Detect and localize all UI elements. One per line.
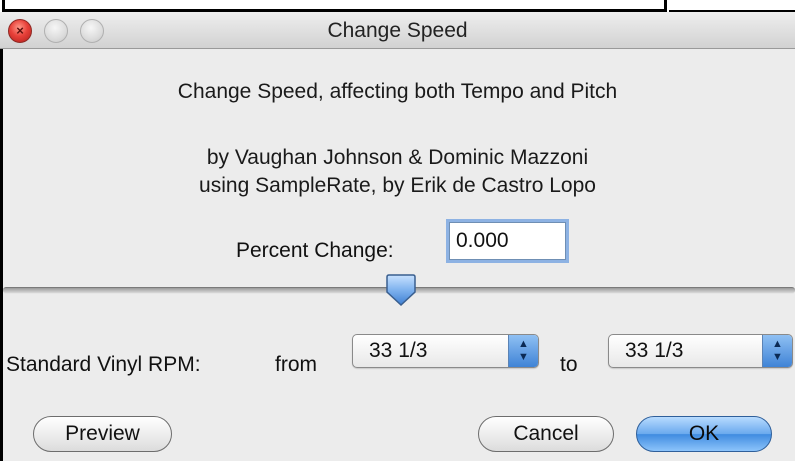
- from-rpm-value: 33 1/3: [369, 339, 428, 362]
- up-down-arrows-icon: ▲ ▼: [508, 335, 538, 367]
- window-left-border: [0, 49, 3, 461]
- credits-line-1: by Vaughan Johnson & Dominic Mazzoni: [206, 146, 589, 169]
- change-speed-dialog: × Change Speed Change Speed, affecting b…: [0, 12, 795, 461]
- description-text: Change Speed, affecting both Tempo and P…: [177, 80, 618, 103]
- to-rpm-select[interactable]: 33 1/3 ▲ ▼: [608, 334, 793, 368]
- from-rpm-select[interactable]: 33 1/3 ▲ ▼: [352, 334, 539, 368]
- to-label: to: [560, 353, 578, 376]
- background-window-edge: [2, 0, 667, 12]
- percent-change-input[interactable]: [449, 222, 566, 260]
- from-label: from: [275, 353, 317, 376]
- percent-change-label: Percent Change:: [236, 239, 394, 262]
- title-bar: × Change Speed: [0, 12, 795, 49]
- cancel-button[interactable]: Cancel: [478, 416, 614, 452]
- vinyl-rpm-label: Standard Vinyl RPM:: [6, 353, 201, 376]
- speed-slider-thumb[interactable]: [386, 273, 416, 307]
- window-title: Change Speed: [327, 19, 468, 42]
- up-down-arrows-icon: ▲ ▼: [762, 335, 792, 367]
- credits-line-2: using SampleRate, by Erik de Castro Lopo: [199, 174, 596, 197]
- preview-button[interactable]: Preview: [33, 416, 172, 452]
- to-rpm-value: 33 1/3: [625, 339, 684, 362]
- ok-button[interactable]: OK: [636, 416, 772, 452]
